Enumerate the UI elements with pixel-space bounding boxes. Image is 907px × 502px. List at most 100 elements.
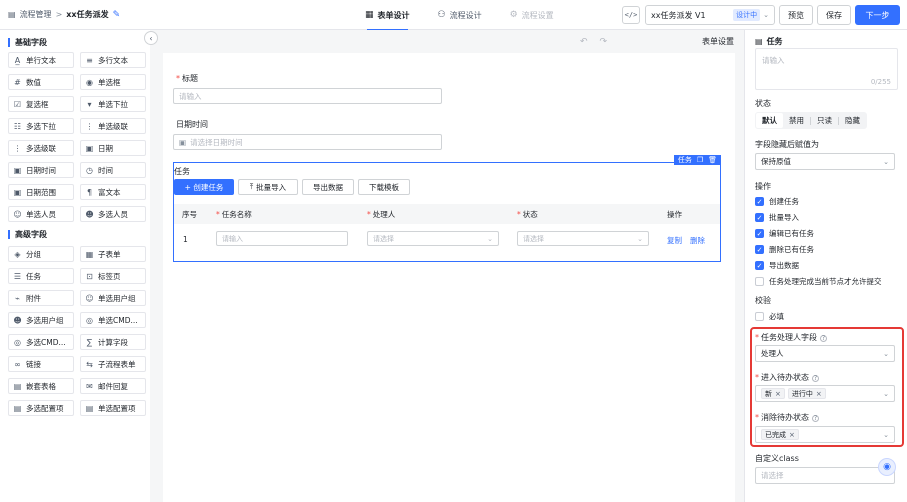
op-checkbox-row[interactable]: 任务处理完成当前节点才允许提交 [755,276,882,287]
checkbox[interactable] [755,277,764,286]
palette-field[interactable]: ⌁ 附件 [8,290,74,306]
status-select[interactable]: 请选择 ⌄ [517,231,649,246]
palette-field[interactable]: ✉ 邮件回复 [80,378,146,394]
close-icon[interactable]: × [816,390,822,398]
palette-field-label: 单选级联 [98,121,128,131]
palette-field[interactable]: ∞ 链接 [8,356,74,372]
code-view-button[interactable]: </> [622,6,640,24]
palette-field[interactable]: ☺ 单选人员 [8,206,74,222]
checkbox[interactable]: ✓ [755,213,764,222]
palette-field[interactable]: ⇆ 子流程表单 [80,356,146,372]
palette-field[interactable]: # 数值 [8,74,74,90]
tab-flow-design[interactable]: ⚇ 流程设计 [438,0,482,30]
op-checkbox-row[interactable]: ✓ 编辑已有任务 [755,228,814,239]
checkbox[interactable]: ✓ [755,229,764,238]
palette-field[interactable]: ¶ 富文本 [80,184,146,200]
palette-field[interactable]: ≡ 多行文本 [80,52,146,68]
edit-title-icon[interactable]: ✎ [113,10,121,20]
collapse-palette-button[interactable]: ‹ [144,31,158,45]
export-data-button[interactable]: 导出数据 [302,179,354,195]
checkbox[interactable]: ✓ [755,197,764,206]
task-name-input[interactable]: 请输入 [216,231,348,246]
palette-field[interactable]: ∑ 计算字段 [80,334,146,350]
palette-field[interactable]: ▤ 单选配置项 [80,400,146,416]
state-disabled[interactable]: 禁用 [783,113,810,128]
palette-field[interactable]: ☻ 多选人员 [80,206,146,222]
palette-field[interactable]: ⊡ 标签页 [80,268,146,284]
enter-state-select[interactable]: 新 × 进行中 × ⌄ [755,385,895,402]
status-tag: 进行中 × [787,388,826,399]
op-checkbox-label: 导出数据 [769,261,799,270]
download-template-button[interactable]: 下载模板 [358,179,410,195]
exit-state-select[interactable]: 已完成 × ⌄ [755,426,895,443]
palette-field-label: 单选框 [98,77,121,87]
close-icon[interactable]: × [789,431,795,439]
palette-field[interactable]: ⋮ 单选级联 [80,118,146,134]
palette-field[interactable]: ◉ 单选框 [80,74,146,90]
col-status: * 状态 [517,209,538,219]
required-checkbox[interactable] [755,312,764,321]
form-settings-link[interactable]: 表单设置 [702,36,734,47]
op-checkbox-row[interactable]: ✓ 批量导入 [755,212,799,223]
palette-field[interactable]: ☷ 多选下拉 [8,118,74,134]
palette-field[interactable]: ▣ 日期范围 [8,184,74,200]
palette-field[interactable]: ◎ 单选CMD... [80,312,146,328]
handler-select[interactable]: 请选择 ⌄ [367,231,499,246]
op-checkbox-row[interactable]: ✓ 导出数据 [755,260,799,271]
palette-field[interactable]: ◎ 多选CMD... [8,334,74,350]
task-component[interactable]: 任务 ❐ 🗑 任务 + 创建任务 ⤒ 批量导入 导出数据 下载模板 序号 * 任务… [173,155,721,262]
crumb-parent[interactable]: 流程管理 [20,9,52,20]
checkbox[interactable]: ✓ [755,245,764,254]
undo-icon[interactable]: ↶ [580,37,588,47]
hidden-value: 保持原值 [761,157,791,166]
create-task-button[interactable]: + 创建任务 [174,179,234,195]
save-button[interactable]: 保存 [817,5,851,25]
state-hidden[interactable]: 隐藏 [839,113,866,128]
description-textarea[interactable]: 请输入 0/255 [755,48,898,90]
task-component-title: 任务 [174,167,190,176]
palette-field[interactable]: ▣ 日期 [80,140,146,156]
next-step-button[interactable]: 下一步 [855,5,900,25]
custom-class-select[interactable]: 请选择 [755,467,895,484]
title-input[interactable]: 请输入 [173,88,442,104]
chevron-down-icon: ⌄ [883,389,889,398]
palette-field[interactable]: ▦ 子表单 [80,246,146,262]
delete-row-link[interactable]: 删除 [690,235,705,246]
state-readonly[interactable]: 只读 [811,113,838,128]
palette-field-label: 富文本 [98,187,121,197]
palette-field[interactable]: ◈ 分组 [8,246,74,262]
hidden-value-select[interactable]: 保持原值 ⌄ [755,153,895,170]
palette-field-label: 单选下拉 [98,99,128,109]
copy-row-link[interactable]: 复制 [667,235,682,246]
op-checkbox-row[interactable]: ✓ 创建任务 [755,196,799,207]
config-multi-icon: ▤ [13,403,22,413]
palette-field[interactable]: ☰ 任务 [8,268,74,284]
palette-field[interactable]: ☑ 复选框 [8,96,74,112]
state-default[interactable]: 默认 [756,113,783,128]
assistant-icon[interactable]: ◉ [878,458,896,476]
required-checkbox-row[interactable]: 必填 [755,311,784,322]
palette-field[interactable]: A̲ 单行文本 [8,52,74,68]
tab-flow-settings[interactable]: ⚙ 流程设置 [510,0,554,30]
handler-field-select[interactable]: 处理人 ⌄ [755,345,895,362]
palette-field[interactable]: ⋮ 多选级联 [8,140,74,156]
close-icon[interactable]: × [775,390,781,398]
copy-icon[interactable]: ❐ [697,156,703,164]
palette-field[interactable]: ☻ 多选用户组 [8,312,74,328]
palette-field[interactable]: ▤ 嵌套表格 [8,378,74,394]
preview-button[interactable]: 预览 [779,5,813,25]
date-input[interactable]: ▣ 请选择日期时间 [173,134,442,150]
version-select[interactable]: xx任务派发 V1 设计中 ⌄ [645,5,775,25]
batch-import-button[interactable]: ⤒ 批量导入 [238,179,298,195]
trash-icon[interactable]: 🗑 [708,156,717,164]
palette-field[interactable]: ▤ 多选配置项 [8,400,74,416]
palette-field[interactable]: ☺ 单选用户组 [80,290,146,306]
palette-field[interactable]: ◷ 时间 [80,162,146,178]
op-checkbox-row[interactable]: ✓ 删除已有任务 [755,244,814,255]
checkbox[interactable]: ✓ [755,261,764,270]
palette-field[interactable]: ▾ 单选下拉 [80,96,146,112]
exit-state-label-text: 消除待办状态 [761,413,809,422]
redo-icon[interactable]: ↷ [600,37,608,47]
palette-field[interactable]: ▣ 日期时间 [8,162,74,178]
tab-form-design[interactable]: ▦ 表单设计 [365,0,410,31]
